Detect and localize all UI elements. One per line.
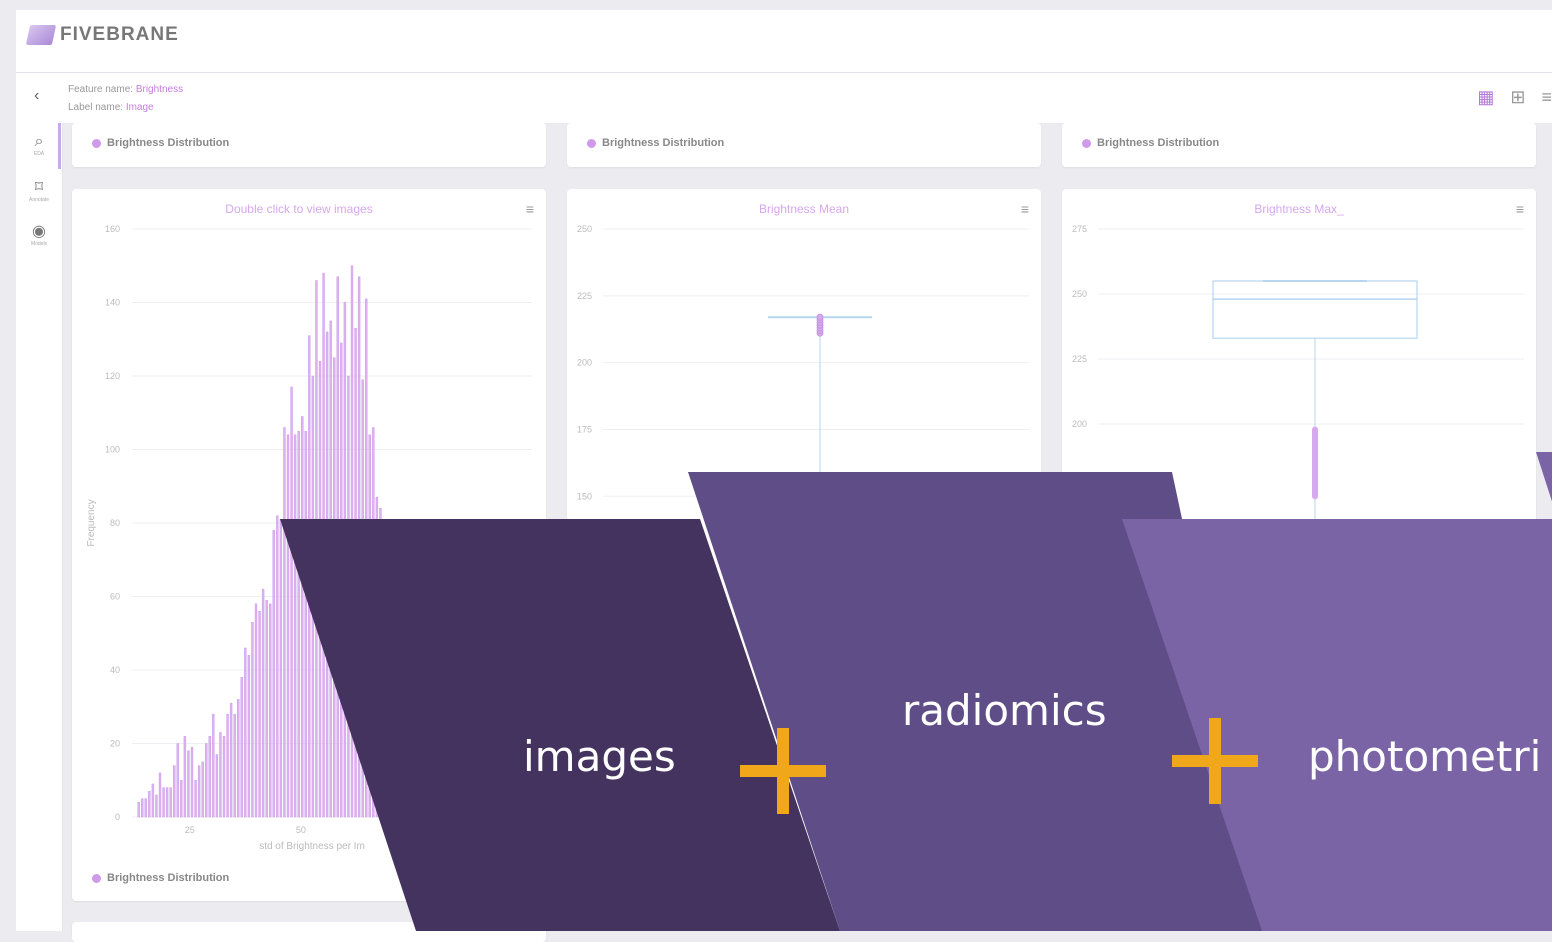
overlay-shape-light-right (1536, 452, 1552, 520)
plus-icon (740, 728, 826, 814)
plus-icon (1172, 718, 1258, 804)
overlay-word-images: images (523, 732, 676, 781)
overlay-word-radiomics: radiomics (902, 686, 1107, 735)
overlay-word-photometric: photometri (1308, 732, 1542, 781)
